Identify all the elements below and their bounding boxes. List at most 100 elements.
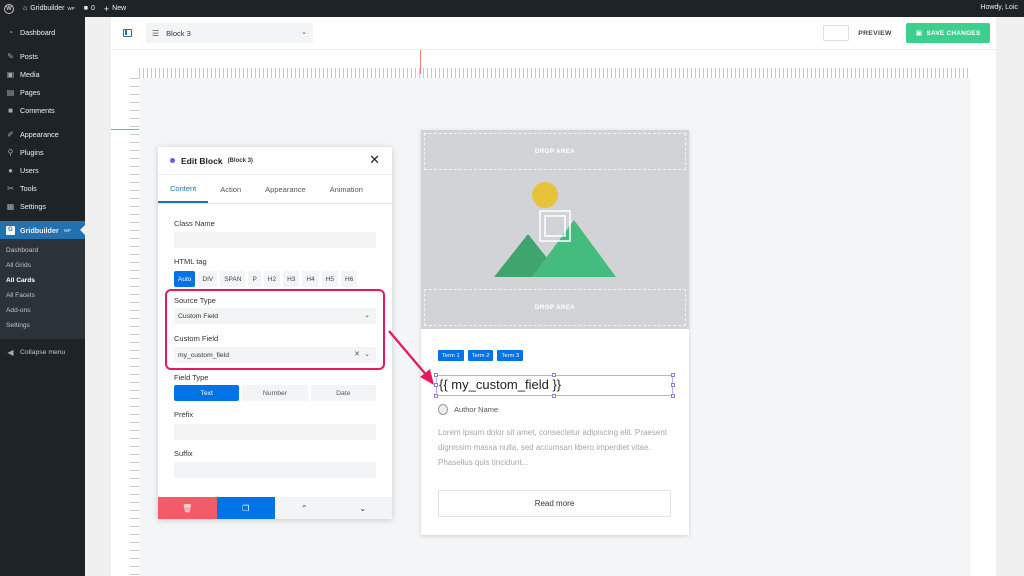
comment-bubble-icon: ■ <box>83 5 88 12</box>
tab-appearance[interactable]: Appearance <box>253 175 317 203</box>
submenu-item-all-cards[interactable]: All Cards <box>0 273 85 288</box>
resize-handle[interactable] <box>552 394 556 398</box>
tab-content[interactable]: Content <box>158 175 209 203</box>
html-tag-p[interactable]: P <box>248 271 261 287</box>
submenu-item-all-facets[interactable]: All Facets <box>0 288 85 303</box>
user-icon: ● <box>8 165 13 175</box>
html-tag-selector: Auto DIV SPAN P H2 H3 H4 H5 H6 <box>174 271 358 287</box>
resize-handle[interactable] <box>671 373 675 377</box>
preview-toggle[interactable] <box>823 25 849 41</box>
sidebar-item-plugins[interactable]: ⚲ Plugins <box>0 143 85 161</box>
save-changes-button[interactable]: ▣ SAVE CHANGES <box>906 23 990 43</box>
html-tag-h2[interactable]: H2 <box>263 271 281 287</box>
clear-icon[interactable]: ✕ <box>354 350 360 358</box>
panel-footer: 🗑 ❐ ⌃ ⌄ <box>158 497 392 519</box>
prefix-label: Prefix <box>174 410 194 419</box>
sidebar-item-label: Pages <box>20 87 41 97</box>
resize-handle[interactable] <box>552 373 556 377</box>
resize-handle[interactable] <box>434 394 438 398</box>
gridbuilder-submenu: Dashboard All Grids All Cards All Facets… <box>0 239 85 339</box>
custom-field-select[interactable]: my_custom_field ✕ ⌄ <box>174 347 376 363</box>
avatar-icon <box>438 404 448 415</box>
drop-area-top[interactable]: DROP AREA <box>424 133 686 170</box>
html-tag-h5[interactable]: H5 <box>321 271 339 287</box>
preview-button[interactable]: PREVIEW <box>855 23 895 43</box>
prefix-input[interactable] <box>174 424 376 440</box>
excerpt-block[interactable]: Lorem ipsum dolor sit amet, consectetur … <box>438 425 672 470</box>
term-badge[interactable]: Term 1 <box>438 350 464 361</box>
duplicate-block-button[interactable]: ❐ <box>216 497 275 519</box>
move-up-button[interactable]: ⌃ <box>275 497 334 519</box>
sidebar-item-media[interactable]: ▣ Media <box>0 65 85 83</box>
html-tag-h3[interactable]: H3 <box>283 271 300 287</box>
chevron-up-icon: ⌃ <box>300 503 308 513</box>
author-block[interactable]: Author Name <box>438 404 498 415</box>
pin-icon: ✎ <box>7 51 14 61</box>
panel-tabs: Content Action Appearance Animation <box>158 175 392 204</box>
comments-link[interactable]: ■ 0 <box>84 5 95 12</box>
custom-field-block[interactable]: {{ my_custom_field }} <box>434 373 675 398</box>
field-type-number[interactable]: Number <box>242 385 308 401</box>
field-type-label: Field Type <box>174 373 209 382</box>
resize-handle[interactable] <box>671 394 675 398</box>
field-type-date[interactable]: Date <box>310 385 376 401</box>
sidebar-item-appearance[interactable]: ✐ Appearance <box>0 125 85 143</box>
html-tag-auto[interactable]: Auto <box>174 271 196 287</box>
sidebar-item-settings[interactable]: ▦ Settings <box>0 197 85 215</box>
howdy-user[interactable]: Howdy, Loic <box>980 4 1018 11</box>
wordpress-logo-icon[interactable]: W <box>4 3 14 14</box>
plugin-icon: ⚲ <box>7 147 14 157</box>
close-icon[interactable]: ✕ <box>369 153 380 167</box>
tab-animation[interactable]: Animation <box>318 175 375 203</box>
site-name-link[interactable]: ⌂ Gridbuilder WP <box>23 5 75 12</box>
term-badge[interactable]: Term 3 <box>497 350 524 361</box>
sidebar-item-pages[interactable]: ▤ Pages <box>0 83 85 101</box>
block-select[interactable]: ☰ Block 3 ⌄ <box>146 23 313 43</box>
copy-icon: ❐ <box>242 503 250 513</box>
submenu-item-all-grids[interactable]: All Grids <box>0 258 85 273</box>
move-down-button[interactable]: ⌄ <box>333 497 392 519</box>
term-badge[interactable]: Term 2 <box>467 350 494 361</box>
sidebar-item-users[interactable]: ● Users <box>0 161 85 179</box>
custom-field-placeholder: {{ my_custom_field }} <box>439 377 562 392</box>
resize-handle[interactable] <box>671 383 675 387</box>
html-tag-h6[interactable]: H6 <box>341 271 358 287</box>
html-tag-h4[interactable]: H4 <box>302 271 319 287</box>
class-name-label: Class Name <box>174 219 215 228</box>
new-content-link[interactable]: + New <box>104 4 126 14</box>
brush-icon: ✐ <box>7 129 14 139</box>
delete-block-button[interactable]: 🗑 <box>158 497 217 519</box>
field-type-selector: Text Number Date <box>174 385 376 401</box>
sidebar-item-dashboard[interactable]: ◔ Dashboard <box>0 23 85 41</box>
sidebar-item-tools[interactable]: ✂ Tools <box>0 179 85 197</box>
collapse-menu-button[interactable]: ◀ Collapse menu <box>0 343 85 361</box>
sidebar-toggle-icon[interactable] <box>123 29 132 37</box>
comments-count: 0 <box>90 5 95 12</box>
list-icon: ☰ <box>152 28 160 38</box>
block-select-value: Block 3 <box>166 28 191 38</box>
class-name-input[interactable] <box>174 232 376 248</box>
submenu-item-add-ons[interactable]: Add-ons <box>0 303 85 318</box>
read-more-button[interactable]: Read more <box>438 490 671 517</box>
gridbuilder-badge: WP <box>63 227 71 233</box>
admin-bar: W ⌂ Gridbuilder WP ■ 0 + New Howdy, Loic <box>0 0 1024 17</box>
submenu-item-dashboard[interactable]: Dashboard <box>0 243 85 258</box>
tab-action[interactable]: Action <box>208 175 253 203</box>
source-type-select[interactable]: Custom Field ⌄ <box>174 308 376 324</box>
drop-area-bottom[interactable]: DROP AREA <box>424 289 686 326</box>
submenu-item-settings[interactable]: Settings <box>0 318 85 333</box>
sidebar-item-comments[interactable]: ■ Comments <box>0 101 85 119</box>
block-dot-icon <box>170 158 175 163</box>
sidebar-item-posts[interactable]: ✎ Posts <box>0 47 85 65</box>
sidebar-item-gridbuilder[interactable]: G Gridbuilder WP <box>0 221 85 239</box>
suffix-label: Suffix <box>174 449 193 458</box>
field-type-text[interactable]: Text <box>174 385 240 401</box>
source-type-label: Source Type <box>174 296 216 305</box>
html-tag-span[interactable]: SPAN <box>220 271 246 287</box>
sidebar-item-label: Settings <box>20 201 46 211</box>
annotation-arrow-icon <box>388 330 434 385</box>
html-tag-div[interactable]: DIV <box>198 271 218 287</box>
trash-icon: 🗑 <box>182 503 193 513</box>
suffix-input[interactable] <box>174 462 376 478</box>
sidebar-item-label: Posts <box>20 51 38 61</box>
